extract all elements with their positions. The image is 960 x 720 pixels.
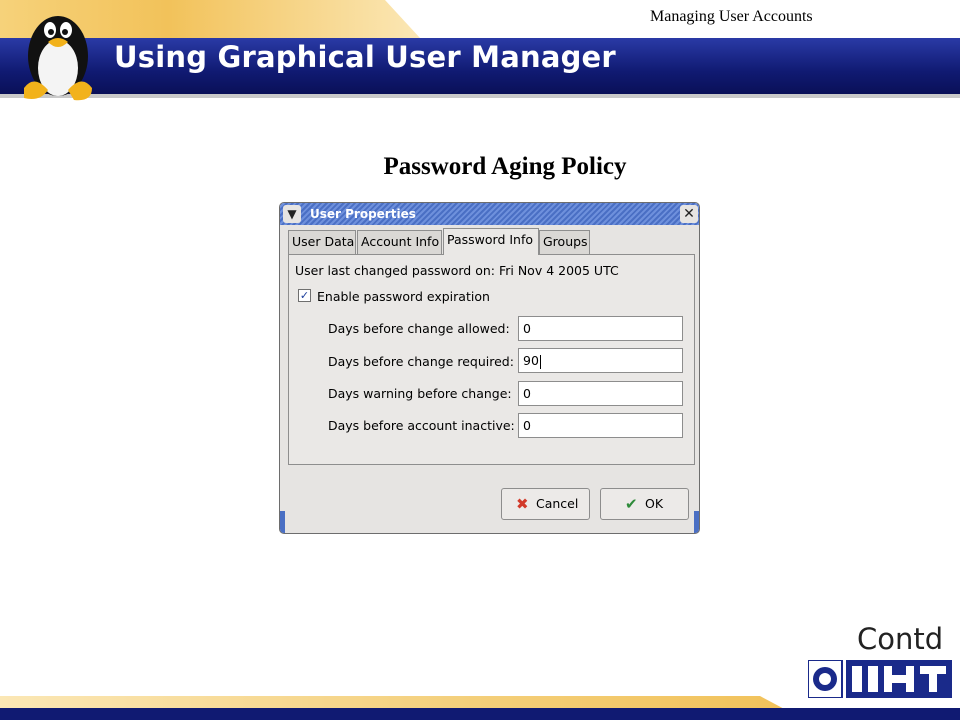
user-properties-dialog: ▼ User Properties ✕ User Data Account In… — [279, 202, 700, 534]
cancel-button-label: Cancel — [536, 496, 579, 511]
penguin-logo — [24, 16, 92, 101]
enable-expiration-label[interactable]: Enable password expiration — [317, 289, 490, 304]
dialog-footer-edge-left — [280, 511, 285, 533]
dialog-footer-edge-right — [694, 511, 699, 533]
contd-label: Contd — [857, 622, 944, 656]
days-warning-before-change-label: Days warning before change: — [328, 386, 512, 401]
days-before-account-inactive-input[interactable]: 0 — [518, 413, 683, 438]
cancel-button[interactable]: ✖ Cancel — [501, 488, 590, 520]
cancel-x-icon: ✖ — [516, 495, 529, 513]
ok-button-label: OK — [645, 496, 664, 511]
header-stripe — [0, 94, 960, 98]
dialog-title: User Properties — [310, 207, 416, 221]
enable-expiration-checkbox[interactable]: ✓ — [298, 289, 311, 302]
window-menu-icon[interactable]: ▼ — [283, 205, 301, 223]
days-before-change-required-value: 90 — [523, 353, 539, 368]
close-icon[interactable]: ✕ — [680, 205, 698, 223]
text-cursor — [539, 354, 541, 369]
last-changed-text: User last changed password on: Fri Nov 4… — [295, 263, 619, 278]
days-before-account-inactive-label: Days before account inactive: — [328, 418, 515, 433]
slide-top-label: Managing User Accounts — [650, 8, 813, 25]
dialog-titlebar[interactable]: ▼ User Properties ✕ — [280, 203, 699, 225]
section-heading: Password Aging Policy — [383, 153, 627, 180]
days-before-change-allowed-label: Days before change allowed: — [328, 321, 510, 336]
days-before-change-allowed-input[interactable]: 0 — [518, 316, 683, 341]
tab-password-info[interactable]: Password Info — [443, 228, 539, 255]
checkbox-check-icon: ✓ — [299, 289, 310, 302]
ok-check-icon: ✔ — [625, 495, 638, 513]
days-before-change-required-label: Days before change required: — [328, 354, 514, 369]
days-warning-before-change-input[interactable]: 0 — [518, 381, 683, 406]
slide-title: Using Graphical User Manager — [114, 40, 616, 74]
tab-user-data[interactable]: User Data — [288, 230, 356, 254]
days-before-change-required-input[interactable]: 90 — [518, 348, 683, 373]
iiht-logo — [808, 660, 952, 698]
tab-groups[interactable]: Groups — [539, 230, 590, 254]
tab-account-info[interactable]: Account Info — [357, 230, 442, 254]
ok-button[interactable]: ✔ OK — [600, 488, 689, 520]
